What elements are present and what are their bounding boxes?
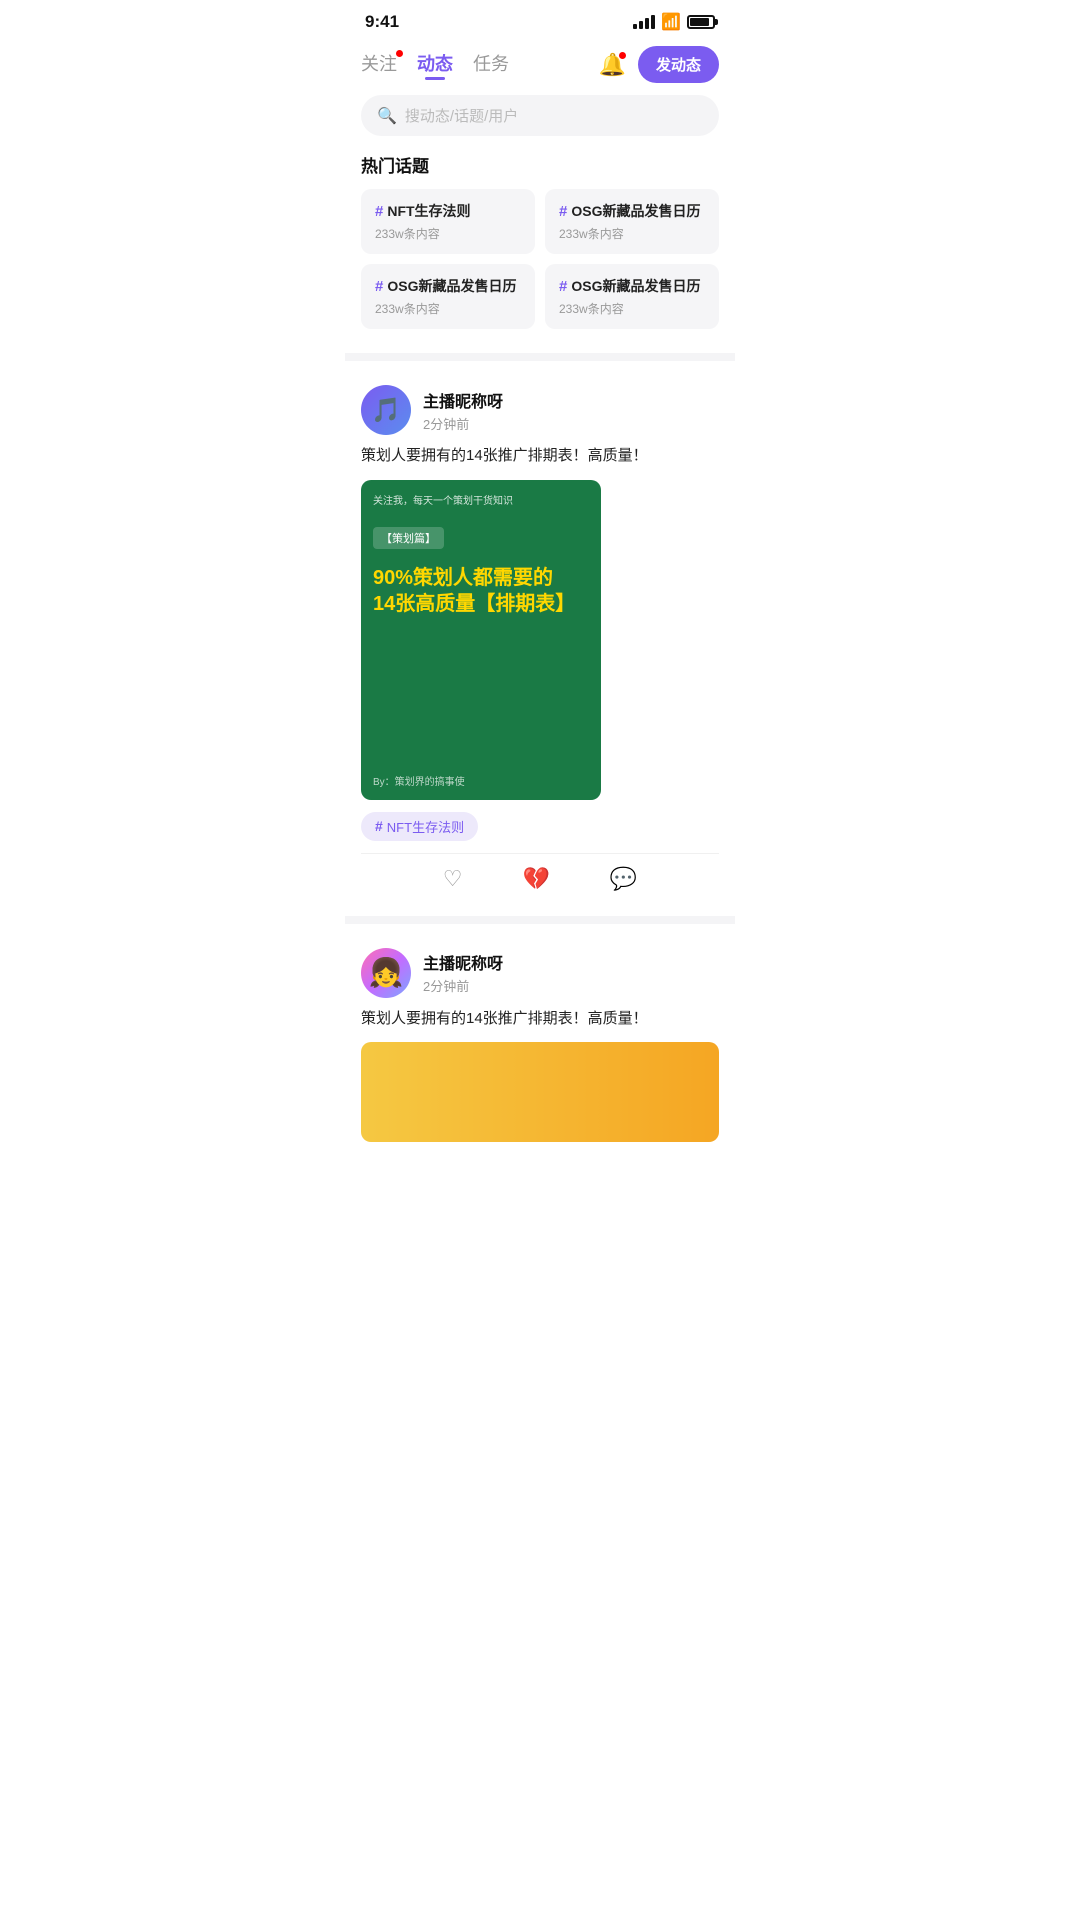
post-time-2: 2分钟前 [423,976,503,995]
tag-label: NFT生存法则 [387,817,464,836]
post-1: 🎵 主播昵称呀 2分钟前 策划人要拥有的14张推广排期表！高质量！ 关注我，每天… [345,369,735,908]
hot-topics-title: 热门话题 [345,152,735,189]
topic-count-4: 233w条内容 [559,300,705,317]
nav-right-actions: 🔔 发动态 [599,46,719,83]
post-username-1: 主播昵称呀 [423,388,503,412]
post-2: 👧 主播昵称呀 2分钟前 策划人要拥有的14张推广排期表！高质量！ [345,932,735,1151]
comment-button[interactable]: 💬 [610,866,637,892]
broken-heart-icon: 💔 [522,866,549,892]
tab-tasks[interactable]: 任务 [473,50,509,80]
post-header-1: 🎵 主播昵称呀 2分钟前 [361,385,719,435]
avatar-1: 🎵 [361,385,411,435]
status-icons: 📶 [633,12,715,32]
post-actions-1: ♡ 💔 💬 [361,853,719,908]
tab-follow[interactable]: 关注 [361,50,397,80]
comment-icon: 💬 [610,866,637,892]
status-time: 9:41 [365,12,399,32]
post-image-2 [361,1042,719,1142]
status-bar: 9:41 📶 [345,0,735,38]
post-time-1: 2分钟前 [423,414,503,433]
topic-name-4: OSG新藏品发售日历 [571,276,700,296]
image-label: 【策划篇】 [373,527,444,549]
topic-name-1: NFT生存法则 [387,201,470,221]
post-header-2: 👧 主播昵称呀 2分钟前 [361,948,719,998]
search-input[interactable]: 搜动态/话题/用户 [405,105,518,126]
post-image-1: 关注我，每天一个策划干货知识 【策划篇】 90%策划人都需要的14张高质量【排期… [361,480,601,800]
tag-hash-icon: # [375,818,383,834]
heart-icon: ♡ [443,866,463,892]
post-button[interactable]: 发动态 [638,46,719,83]
topic-card-3[interactable]: # OSG新藏品发售日历 233w条内容 [361,264,535,329]
post-tag-1[interactable]: # NFT生存法则 [361,812,478,841]
topic-hash-4: # [559,278,567,295]
search-section: 🔍 搜动态/话题/用户 [361,95,719,136]
topic-count-3: 233w条内容 [375,300,521,317]
image-bottom-text: By：策划界的搞事使 [373,761,589,788]
topic-hash-2: # [559,203,567,220]
topic-card-2[interactable]: # OSG新藏品发售日历 233w条内容 [545,189,719,254]
topic-name-2: OSG新藏品发售日历 [571,201,700,221]
battery-icon [687,15,715,29]
image-top-text: 关注我，每天一个策划干货知识 [373,492,589,507]
topic-card-1[interactable]: # NFT生存法则 233w条内容 [361,189,535,254]
bell-red-dot [619,52,626,59]
topic-count-2: 233w条内容 [559,225,705,242]
like-button[interactable]: ♡ [443,866,463,892]
post-divider [345,916,735,924]
image-main-text: 90%策划人都需要的14张高质量【排期表】 [373,565,589,617]
dislike-button[interactable]: 💔 [522,866,549,892]
navigation: 关注 动态 任务 🔔 发动态 [345,38,735,95]
topic-hash-1: # [375,203,383,220]
post-username-2: 主播昵称呀 [423,950,503,974]
search-bar[interactable]: 🔍 搜动态/话题/用户 [361,95,719,136]
topic-hash-3: # [375,278,383,295]
topic-card-4[interactable]: # OSG新藏品发售日历 233w条内容 [545,264,719,329]
post-content-1: 策划人要拥有的14张推广排期表！高质量！ [361,445,719,468]
topic-count-1: 233w条内容 [375,225,521,242]
topic-name-3: OSG新藏品发售日历 [387,276,516,296]
nav-tabs: 关注 动态 任务 [361,50,599,80]
search-icon: 🔍 [377,106,397,126]
tab-feed[interactable]: 动态 [417,50,453,80]
section-divider [345,353,735,361]
avatar-2: 👧 [361,948,411,998]
topics-grid: # NFT生存法则 233w条内容 # OSG新藏品发售日历 233w条内容 #… [345,189,735,345]
post-content-2: 策划人要拥有的14张推广排期表！高质量！ [361,1008,719,1031]
notification-bell[interactable]: 🔔 [599,52,626,78]
signal-icon [633,15,655,29]
follow-red-dot [396,50,403,57]
wifi-icon: 📶 [661,12,681,32]
